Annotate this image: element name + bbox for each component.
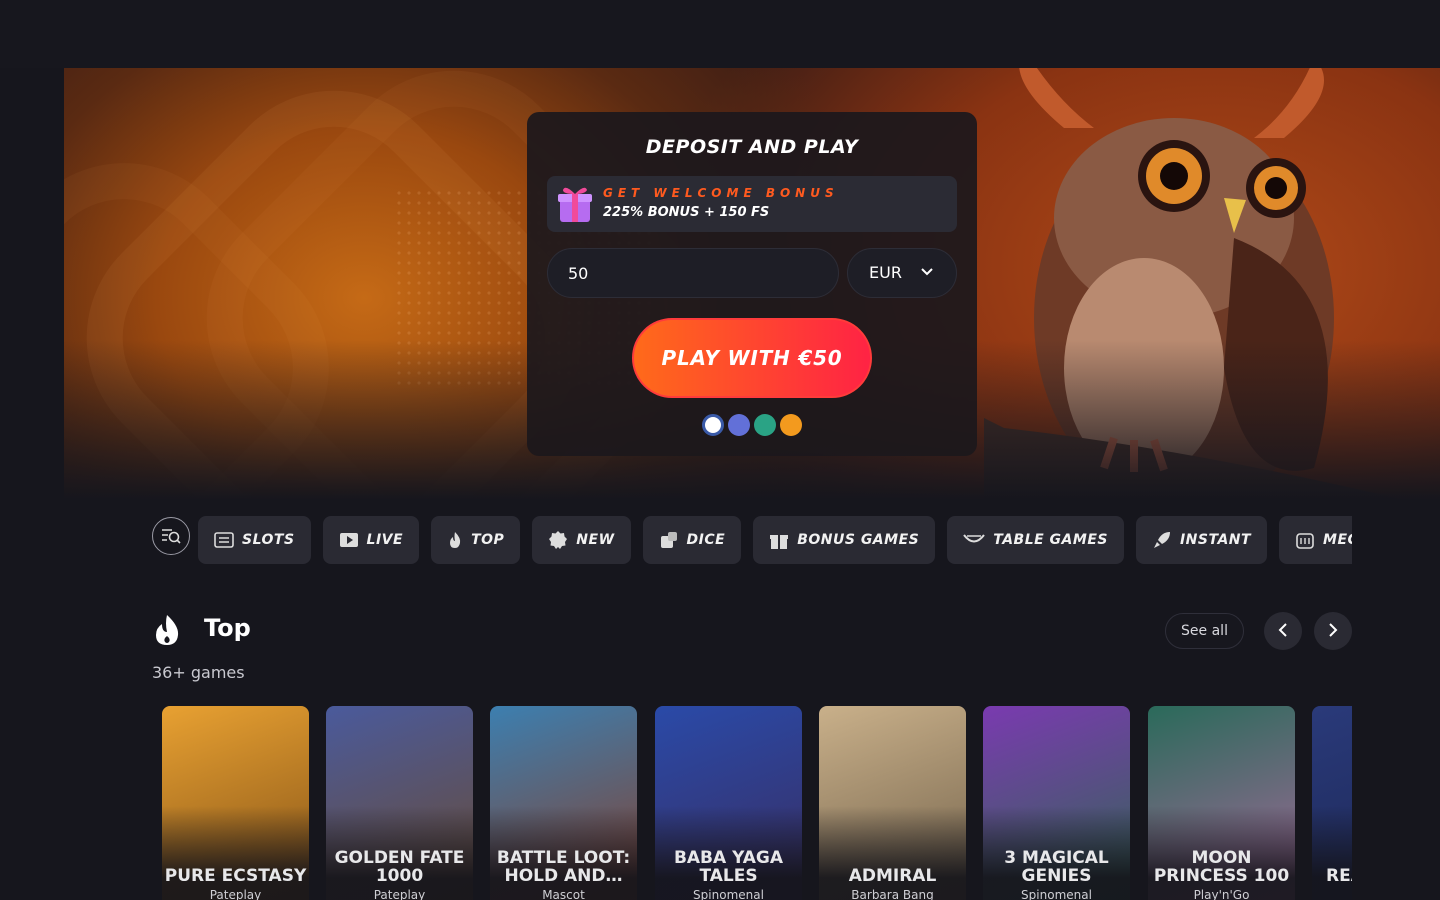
next-button[interactable] [1314, 612, 1352, 650]
megaways-icon [1296, 533, 1314, 549]
slots-icon [214, 532, 234, 548]
game-card[interactable]: REALM [1312, 706, 1352, 900]
search-icon [162, 529, 181, 544]
top-bar [0, 0, 1440, 68]
game-provider: Play'n'Go [1193, 888, 1250, 900]
play-button[interactable]: PLAY WITH €50 [632, 318, 872, 398]
category-top[interactable]: TOP [431, 516, 521, 564]
category-instant[interactable]: INSTANT [1135, 516, 1268, 564]
search-filter-button[interactable] [152, 517, 190, 555]
live-icon [339, 533, 358, 547]
gift-icon [770, 535, 789, 549]
owl-illustration [984, 68, 1404, 500]
game-provider: Mascot [542, 888, 585, 900]
game-card[interactable]: BATTLE LOOT: HOLD AND… Mascot [490, 706, 637, 900]
game-provider: Pateplay [373, 888, 426, 900]
category-megaways[interactable]: MEGAWAYS [1279, 516, 1352, 564]
rocket-icon [1153, 532, 1170, 548]
games-carousel: PURE ECSTASY Pateplay GOLDEN FATE 1000 Pat… [162, 706, 1352, 900]
chevron-down-icon [921, 268, 933, 276]
section-title: Top [204, 614, 251, 642]
fire-icon [450, 532, 461, 548]
game-card[interactable]: GOLDEN FATE 1000 Pateplay [326, 706, 473, 900]
category-slots[interactable]: SLOTS [198, 516, 311, 564]
tether-icon [754, 414, 776, 436]
game-title: GOLDEN FATE 1000 [334, 848, 465, 886]
dice-icon [660, 532, 677, 548]
fire-icon [156, 615, 179, 645]
game-card[interactable]: ADMIRAL Barbara Bang [819, 706, 966, 900]
bonus-label: GET WELCOME BONUS [603, 186, 839, 200]
category-table-games[interactable]: TABLE GAMES [947, 516, 1124, 564]
chevron-left-icon [1278, 622, 1287, 637]
section-subtitle: 36+ games [152, 663, 245, 682]
gift-icon [558, 187, 592, 222]
deposit-panel: DEPOSIT AND PLAY GET WELCOME BONUS 225% … [527, 112, 977, 456]
category-dice[interactable]: DICE [642, 516, 742, 564]
game-title: MOON PRINCESS 100 [1153, 848, 1290, 886]
game-title: BATTLE LOOT: HOLD AND… [496, 848, 631, 886]
game-card[interactable]: BABA YAGA TALES Spinomenal [655, 706, 802, 900]
prev-button[interactable] [1264, 612, 1302, 650]
ethereum-icon [728, 414, 750, 436]
deposit-amount-input[interactable] [547, 248, 839, 298]
currency-select[interactable]: EUR [847, 248, 957, 298]
category-bar: SLOTS LIVE TOP NEW DICE BONUS GAMES TABL… [152, 516, 1352, 564]
payment-methods [702, 414, 802, 436]
table-icon [963, 534, 986, 543]
see-all-button[interactable]: See all [1165, 613, 1244, 649]
chevron-right-icon [1329, 622, 1338, 637]
game-title: REALM [1326, 866, 1352, 886]
welcome-bonus-box: GET WELCOME BONUS 225% BONUS + 150 FS [547, 176, 957, 232]
game-provider: Barbara Bang [851, 888, 934, 900]
deposit-title: DEPOSIT AND PLAY [645, 136, 859, 158]
game-title: PURE ECSTASY [164, 866, 307, 886]
game-title: BABA YAGA TALES [673, 848, 784, 886]
bitcoin-icon [780, 414, 802, 436]
game-provider: Spinomenal [693, 888, 764, 900]
bank-icon [702, 414, 724, 436]
game-card[interactable]: 3 MAGICAL GENIES Spinomenal [983, 706, 1130, 900]
game-title: 3 MAGICAL GENIES [1004, 848, 1109, 886]
new-icon [549, 531, 568, 549]
category-live[interactable]: LIVE [322, 516, 420, 564]
game-provider: Spinomenal [1021, 888, 1092, 900]
bonus-value: 225% BONUS + 150 FS [603, 205, 770, 220]
currency-value: EUR [869, 263, 902, 282]
category-new[interactable]: NEW [532, 516, 631, 564]
game-card[interactable]: MOON PRINCESS 100 Play'n'Go [1148, 706, 1295, 900]
category-bonus-games[interactable]: BONUS GAMES [753, 516, 936, 564]
game-provider: Pateplay [209, 888, 262, 900]
game-title: ADMIRAL [848, 866, 937, 886]
game-card[interactable]: PURE ECSTASY Pateplay [162, 706, 309, 900]
